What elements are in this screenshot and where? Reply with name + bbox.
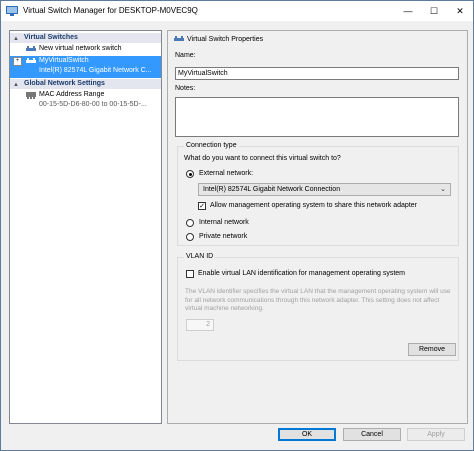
switch-name-label: MyVirtualSwitch bbox=[39, 57, 89, 64]
properties-header: Virtual Switch Properties bbox=[187, 36, 264, 43]
name-label: Name: bbox=[175, 52, 196, 59]
close-button[interactable]: ✕ bbox=[447, 1, 473, 21]
connection-question: What do you want to connect this virtual… bbox=[184, 155, 341, 162]
section-label: Global Network Settings bbox=[24, 80, 105, 87]
notes-label: Notes: bbox=[175, 85, 196, 92]
allow-management-label[interactable]: Allow management operating system to sha… bbox=[210, 202, 417, 209]
tree-item-label: New virtual network switch bbox=[39, 45, 122, 52]
hyper-v-icon bbox=[6, 6, 18, 16]
tree-item-myvirtualswitch[interactable]: + MyVirtualSwitch Intel(R) 82574L Gigabi… bbox=[10, 56, 161, 78]
enable-vlan-label[interactable]: Enable virtual LAN identification for ma… bbox=[198, 270, 405, 277]
title-bar: Virtual Switch Manager for DESKTOP-M0VEC… bbox=[1, 1, 473, 21]
connection-type-group: Connection type What do you want to conn… bbox=[177, 142, 459, 246]
tree-item-new-switch[interactable]: New virtual network switch bbox=[10, 44, 161, 55]
connection-type-title: Connection type bbox=[184, 142, 239, 149]
apply-button[interactable]: Apply bbox=[407, 428, 465, 441]
minimize-button[interactable]: — bbox=[395, 1, 421, 21]
switch-properties-pane: Virtual Switch Properties Name: MyVirtua… bbox=[167, 30, 468, 424]
internal-network-radio[interactable] bbox=[186, 219, 194, 227]
collapse-icon[interactable]: ▲ bbox=[13, 80, 19, 90]
remove-button[interactable]: Remove bbox=[408, 343, 456, 356]
enable-vlan-checkbox[interactable] bbox=[186, 270, 194, 278]
notes-input[interactable] bbox=[175, 97, 459, 137]
section-label: Virtual Switches bbox=[24, 34, 78, 41]
remove-button-label: Remove bbox=[418, 346, 446, 353]
network-switch-icon bbox=[174, 36, 184, 41]
external-network-label[interactable]: External network: bbox=[199, 170, 253, 177]
external-network-radio[interactable] bbox=[186, 170, 194, 178]
private-network-label[interactable]: Private network bbox=[199, 233, 247, 240]
network-adapter-icon bbox=[26, 92, 36, 99]
mac-range-value: 00-15-5D-D6-80-00 to 00-15-5D-... bbox=[39, 101, 147, 108]
maximize-button[interactable]: ☐ bbox=[421, 1, 447, 21]
network-switch-icon bbox=[26, 46, 36, 51]
cancel-button-label: Cancel bbox=[361, 431, 383, 438]
cancel-button[interactable]: Cancel bbox=[343, 428, 401, 441]
tree-item-mac-address-range[interactable]: MAC Address Range 00-15-5D-D6-80-00 to 0… bbox=[10, 90, 161, 112]
vlan-id-title: VLAN ID bbox=[184, 253, 216, 260]
allow-management-checkbox[interactable]: ✓ bbox=[198, 202, 206, 210]
virtual-switch-manager-window: Virtual Switch Manager for DESKTOP-M0VEC… bbox=[0, 0, 474, 451]
ok-button[interactable]: OK bbox=[278, 428, 336, 441]
section-global-network-settings[interactable]: ▲ Global Network Settings bbox=[10, 79, 161, 89]
vlan-id-value: 2 bbox=[206, 321, 210, 328]
mac-range-title: MAC Address Range bbox=[39, 91, 105, 98]
internal-network-label[interactable]: Internal network bbox=[199, 219, 249, 226]
vlan-id-input[interactable]: 2 bbox=[186, 319, 214, 331]
network-switch-icon bbox=[26, 58, 36, 63]
chevron-down-icon: ⌄ bbox=[440, 186, 446, 193]
vlan-description: The VLAN identifier specifies the virtua… bbox=[185, 288, 451, 312]
collapse-icon[interactable]: ▲ bbox=[13, 34, 19, 44]
switch-adapter-label: Intel(R) 82574L Gigabit Network C... bbox=[39, 67, 152, 74]
apply-button-label: Apply bbox=[427, 431, 445, 438]
name-input[interactable]: MyVirtualSwitch bbox=[175, 67, 459, 80]
private-network-radio[interactable] bbox=[186, 233, 194, 241]
network-adapter-dropdown[interactable]: Intel(R) 82574L Gigabit Network Connecti… bbox=[198, 183, 451, 196]
adapter-selected-value: Intel(R) 82574L Gigabit Network Connecti… bbox=[203, 186, 341, 193]
window-title: Virtual Switch Manager for DESKTOP-M0VEC… bbox=[23, 6, 198, 15]
section-virtual-switches[interactable]: ▲ Virtual Switches bbox=[10, 33, 161, 43]
switch-navigation-tree: ▲ Virtual Switches New virtual network s… bbox=[9, 30, 162, 424]
ok-button-label: OK bbox=[301, 431, 313, 438]
name-input-value: MyVirtualSwitch bbox=[178, 70, 228, 77]
expand-icon[interactable]: + bbox=[13, 57, 22, 66]
